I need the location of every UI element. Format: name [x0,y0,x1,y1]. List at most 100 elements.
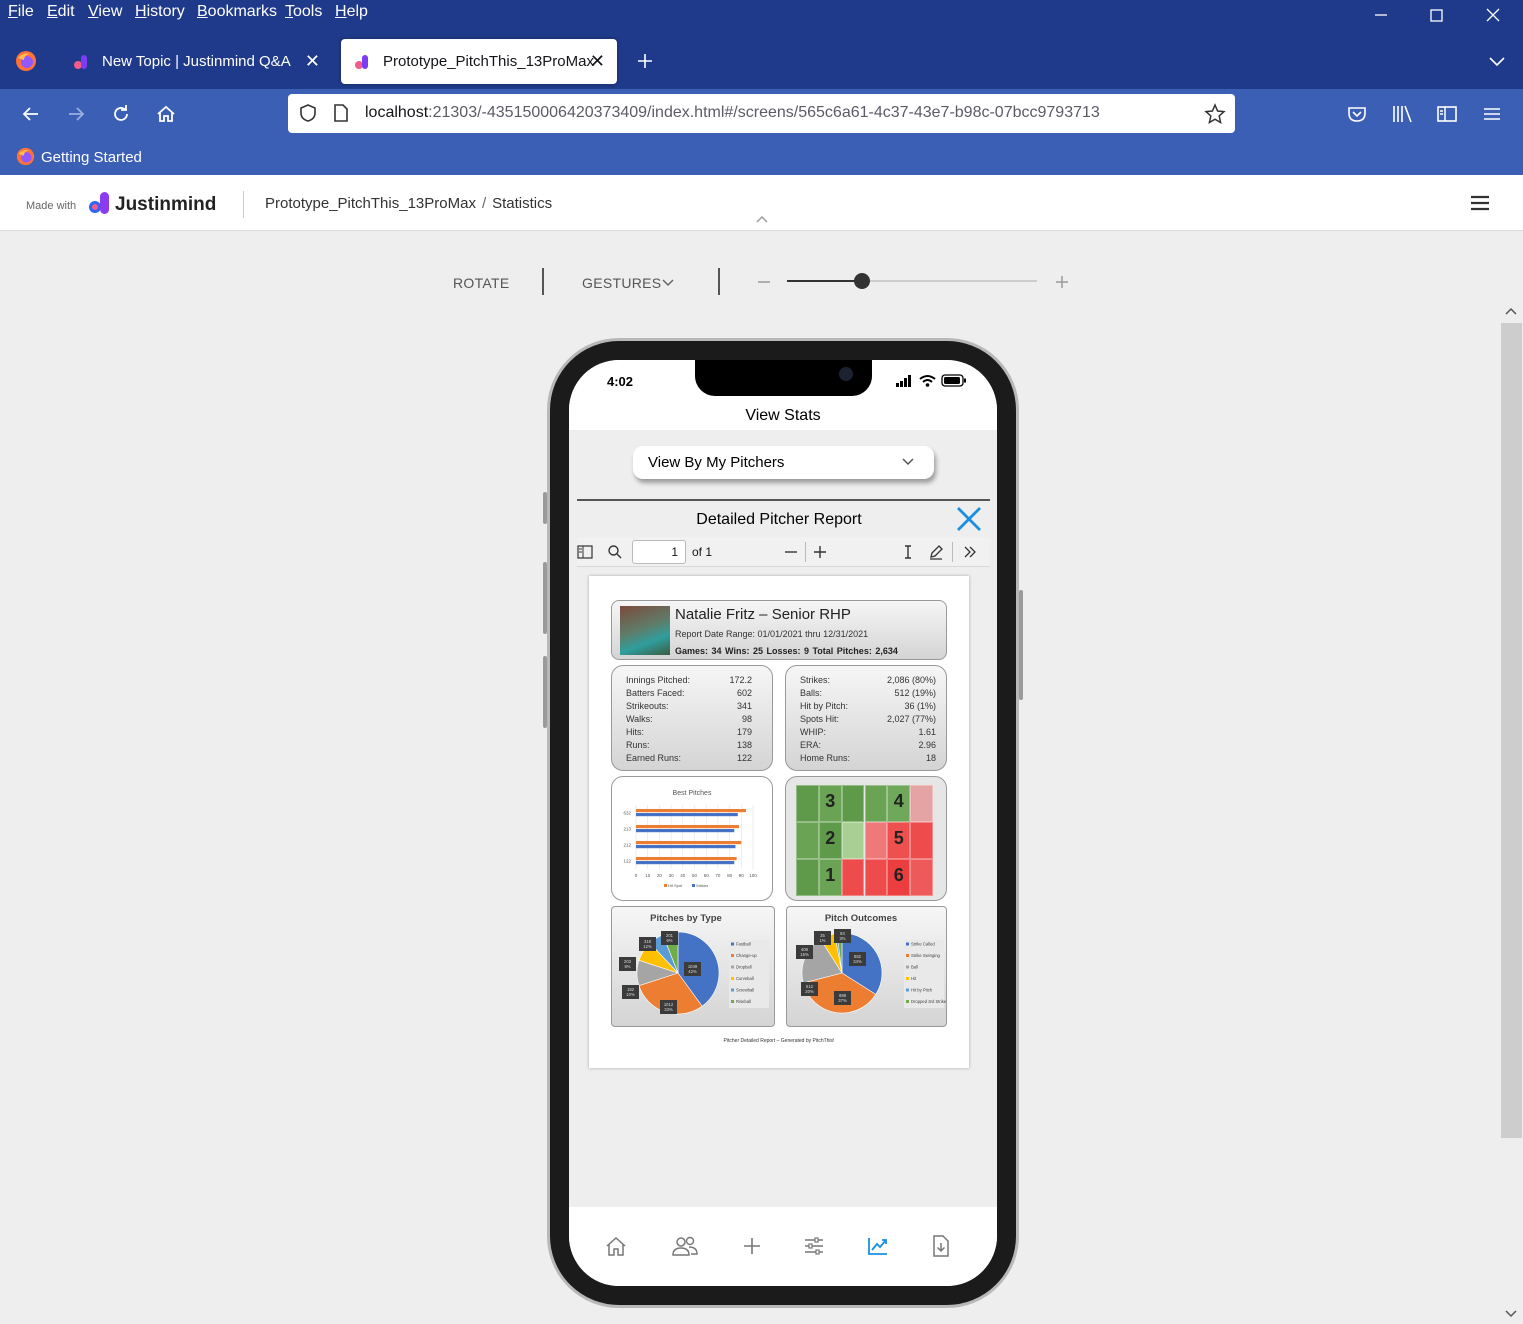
bookmarks-toolbar: Getting Started [0,140,1523,175]
breadcrumb-project[interactable]: Prototype_PitchThis_13ProMax [265,195,476,212]
breadcrumb-screen[interactable]: Statistics [492,195,552,212]
data-label: 6% [666,938,672,943]
stat-label: Balls: [800,688,823,698]
zone-number: 6 [893,865,904,885]
legend-label: Curveball [736,976,754,981]
firefox-icon[interactable] [15,50,37,72]
header-divider [243,191,244,218]
rotate-button[interactable]: ROTATE [453,275,510,291]
home-icon[interactable] [605,1235,627,1257]
report-footer: Pitcher Detailed Report – Generated by P… [723,1038,835,1044]
url-host: localhost [365,104,429,121]
heatmap-cell [864,859,888,896]
legend-swatch [731,954,734,957]
url-bar[interactable]: localhost:21303/-435150006420373409/inde… [288,94,1235,133]
home-icon[interactable] [155,103,177,125]
tab-prototype[interactable]: Prototype_PitchThis_13ProMax ✕ [341,39,617,84]
scroll-down-icon[interactable] [1503,1308,1519,1320]
zoom-in-icon[interactable] [812,544,828,560]
chevron-down-icon[interactable] [661,277,675,289]
jim-menu-icon[interactable] [1469,192,1491,214]
scroll-up-icon[interactable] [1503,305,1519,317]
menu-view[interactable]: View [88,3,122,21]
zoom-slider[interactable] [787,280,1037,282]
pocket-icon[interactable] [1346,103,1368,125]
text-select-icon[interactable] [900,544,916,560]
brand-name[interactable]: Justinmind [115,194,216,216]
zoom-slider-handle[interactable] [854,273,870,289]
zone-number: 4 [893,791,904,811]
menu-tools[interactable]: Tools [285,3,322,21]
menu-help[interactable]: Help [335,3,368,21]
tab-strip: New Topic | Justinmind Q&A ✕ Prototype_P… [0,30,1523,89]
back-icon[interactable] [20,103,42,125]
list-all-tabs-icon[interactable] [1486,50,1508,72]
status-bar: 4:02 [569,360,997,402]
download-report-icon[interactable] [931,1235,951,1257]
forward-icon[interactable] [65,103,87,125]
x-tick-label: 100 [749,873,757,878]
library-icon[interactable] [1391,103,1415,125]
filter-sliders-icon[interactable] [803,1235,825,1257]
legend-swatch [692,884,695,887]
best-pitches-card: Best Pitches 0 10 20 30 40 50 60 70 80 90 100 632 213… [611,776,773,901]
close-icon[interactable] [954,504,984,534]
sidebar-icon[interactable] [1436,103,1458,125]
users-icon[interactable] [672,1235,698,1257]
stat-label: ERA: [800,740,822,750]
menu-file[interactable]: File [8,3,34,21]
search-icon[interactable] [607,544,623,560]
toolbar-divider [542,268,544,295]
zone-number: 1 [825,865,836,885]
zoom-out-icon[interactable] [756,274,772,290]
maximize-icon[interactable] [1426,4,1448,26]
pitching-stats-card: Innings Pitched: 172.2 Batters Faced: 602 St… [611,665,773,771]
justinmind-logo-icon[interactable] [88,191,112,215]
bookmark-star-icon[interactable] [1204,103,1226,125]
zone-number: 3 [825,791,836,811]
menu-history[interactable]: History [135,3,185,21]
zoom-in-icon[interactable] [1054,274,1070,290]
tab-close-icon[interactable]: ✕ [305,51,320,72]
sidebar-toggle-icon[interactable] [577,545,593,559]
new-tab-icon[interactable] [634,50,656,72]
hamburger-menu-icon[interactable] [1481,103,1503,125]
data-label: 20% [805,989,814,994]
legend-label: Screwball [736,988,754,993]
statistics-chart-icon[interactable] [867,1235,889,1257]
gestures-dropdown[interactable]: GESTURES [582,275,661,291]
tab-close-icon[interactable]: ✕ [590,51,605,72]
heatmap-cell [796,785,819,822]
tab-new-topic[interactable]: New Topic | Justinmind Q&A ✕ [60,39,332,84]
x-tick-label: 0 [635,873,638,878]
tab-label: New Topic | Justinmind Q&A [102,53,291,70]
shield-icon[interactable] [298,103,318,123]
reload-icon[interactable] [110,103,132,125]
stat-value: 138 [736,740,752,750]
phone-side-button [543,492,547,524]
legend-box [729,940,769,1008]
more-tools-icon[interactable] [962,544,978,560]
scrollbar-thumb[interactable] [1501,323,1522,1138]
page-icon[interactable] [332,103,350,123]
minimize-icon[interactable] [1370,4,1392,26]
page-number-input[interactable]: 1 [632,540,686,564]
justinmind-favicon-icon [74,55,87,69]
menu-bookmarks[interactable]: Bookmarks [197,3,277,21]
bar [636,825,739,829]
close-window-icon[interactable] [1482,4,1504,26]
menu-edit[interactable]: Edit [47,3,75,21]
collapse-header-icon[interactable] [754,213,770,225]
url-text[interactable]: localhost:21303/-435150006420373409/inde… [365,104,1100,122]
toolbar-divider [952,542,953,562]
add-icon[interactable] [741,1235,763,1257]
heatmap-cell [841,785,865,822]
bar [636,813,738,817]
zoom-out-icon[interactable] [783,544,799,560]
data-label: 1% [819,938,825,943]
heatmap-cell [864,822,888,859]
tab-label: Prototype_PitchThis_13ProMax [383,53,594,70]
pitcher-totals: Games: 34 Wins: 25 Losses: 9 Total Pitch… [675,646,898,656]
draw-icon[interactable] [928,544,944,560]
pitchers-dropdown[interactable]: View By My Pitchers [633,446,934,479]
